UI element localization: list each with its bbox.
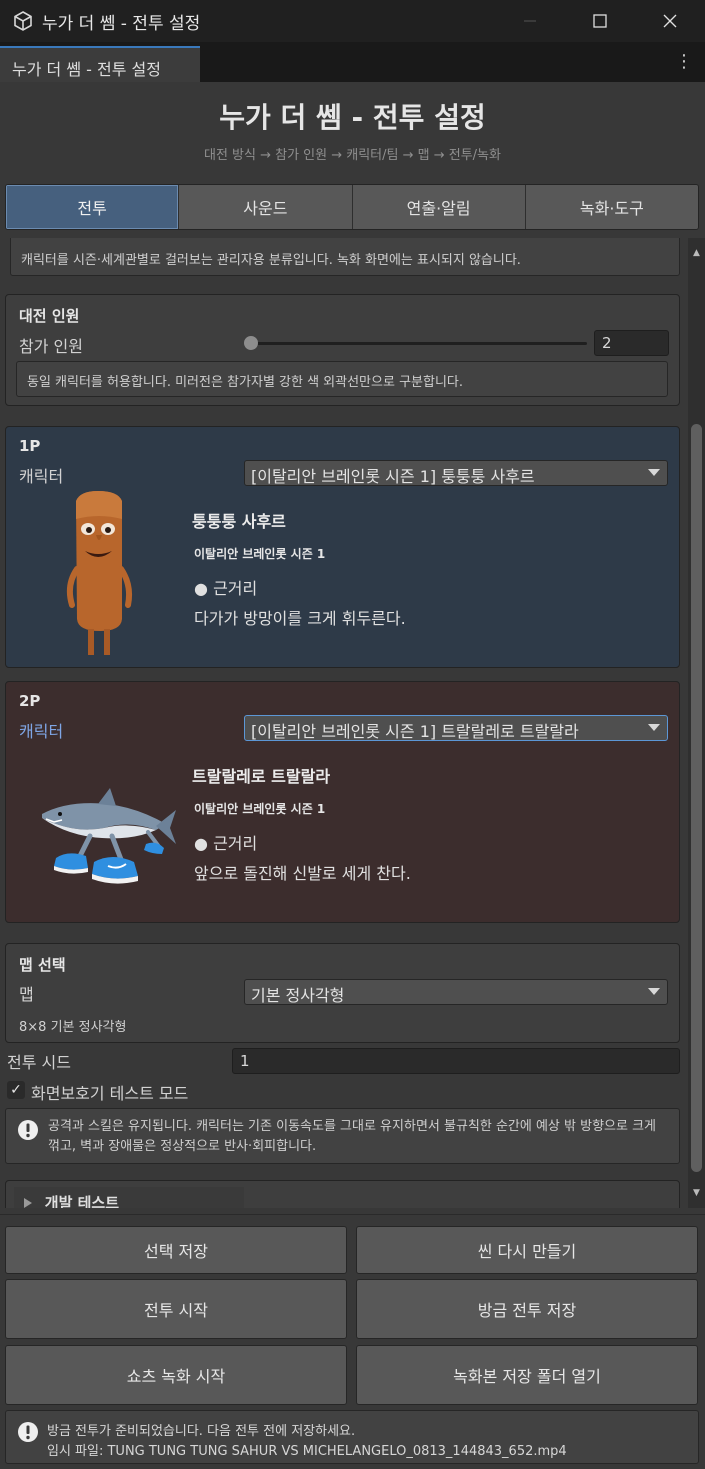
player1-character-range: ● 근거리 <box>194 575 257 599</box>
start-shorts-recording-button[interactable]: 쇼츠 녹화 시작 <box>5 1345 347 1405</box>
participants-info-box: 동일 캐릭터를 허용합니다. 미러전은 참가자별 강한 색 외곽선만으로 구분합… <box>16 361 668 397</box>
player2-panel: 2P 캐릭터 [이탈리안 브레인롯 시즌 1] 트랄랄레로 트랄랄라 트랄랄레로… <box>5 681 680 923</box>
player1-character-label: 캐릭터 <box>19 467 64 486</box>
player2-range-text: 근거리 <box>213 834 258 853</box>
page-title: 누가 더 쎔 - 전투 설정 <box>219 101 486 134</box>
screensaver-test-label[interactable]: 화면보호기 테스트 모드 <box>31 1080 188 1104</box>
category-info-text: 캐릭터를 시즌·세계관별로 걸러보는 관리자용 분류입니다. 녹화 화면에는 표… <box>21 253 521 268</box>
participants-info-text: 동일 캐릭터를 허용합니다. 미러전은 참가자별 강한 색 외곽선만으로 구분합… <box>27 375 464 390</box>
map-heading: 맵 선택 <box>19 956 66 974</box>
category-info-box: 캐릭터를 시즌·세계관별로 걸러보는 관리자용 분류입니다. 녹화 화면에는 표… <box>10 238 680 276</box>
status-info-box: 방금 전투가 준비되었습니다. 다음 전투 전에 저장하세요. 임시 파일: T… <box>5 1410 699 1464</box>
map-label: 맵 <box>19 985 34 1004</box>
tab-sound[interactable]: 사운드 <box>179 185 353 229</box>
tab-presentation[interactable]: 연출·알림 <box>352 185 526 229</box>
player1-character-series: 이탈리안 브레인롯 시즌 1 <box>194 547 326 561</box>
status-line-2: 임시 파일: TUNG TUNG TUNG SAHUR VS MICHELANG… <box>47 1444 567 1459</box>
tab-recording-tools[interactable]: 녹화·도구 <box>525 185 698 229</box>
vertical-scrollbar[interactable]: ▲ ▼ <box>688 238 705 1208</box>
range-bullet-icon: ● <box>194 579 208 598</box>
maximize-icon <box>593 14 607 28</box>
divider <box>0 1214 705 1215</box>
scroll-down-arrow-icon[interactable]: ▼ <box>691 1188 702 1200</box>
player1-character-dropdown[interactable]: [이탈리안 브레인롯 시즌 1] 퉁퉁퉁 사후르 <box>244 460 668 486</box>
tab-battle[interactable]: 전투 <box>6 185 180 229</box>
player1-panel: 1P 캐릭터 [이탈리안 브레인롯 시즌 1] 퉁퉁퉁 사후르 퉁퉁퉁 사후르 … <box>5 426 680 668</box>
foldout-arrow-icon <box>24 1198 32 1208</box>
chevron-down-icon <box>648 988 660 995</box>
info-icon <box>18 1422 38 1442</box>
player1-character-selected: [이탈리안 브레인롯 시즌 1] 퉁퉁퉁 사후르 <box>251 467 535 486</box>
info-icon <box>18 1120 38 1140</box>
player2-character-label: 캐릭터 <box>19 722 64 741</box>
player2-character-range: ● 근거리 <box>194 830 257 854</box>
participants-number-field[interactable]: 2 <box>594 330 669 356</box>
map-dropdown[interactable]: 기본 정사각형 <box>244 979 668 1005</box>
save-last-battle-button[interactable]: 방금 전투 저장 <box>356 1279 698 1339</box>
dev-test-foldout[interactable]: 개발 테스트 <box>14 1187 244 1208</box>
map-size-note: 8×8 기본 정사각형 <box>19 1020 127 1035</box>
player2-heading: 2P <box>19 692 41 710</box>
participants-slider-handle[interactable] <box>244 336 258 350</box>
minimize-icon <box>524 20 536 22</box>
rebuild-scene-button[interactable]: 씬 다시 만들기 <box>356 1226 698 1274</box>
player1-range-text: 근거리 <box>213 579 258 598</box>
scroll-up-arrow-icon[interactable]: ▲ <box>691 248 702 260</box>
battle-seed-label: 전투 시드 <box>7 1053 71 1072</box>
more-options-icon[interactable]: ⋮ <box>675 53 693 71</box>
player2-character-selected: [이탈리안 브레인롯 시즌 1] 트랄랄레로 트랄랄라 <box>251 722 579 741</box>
status-line-1: 방금 전투가 준비되었습니다. 다음 전투 전에 저장하세요. <box>47 1424 356 1439</box>
window-title: 누가 더 쎔 - 전투 설정 <box>42 13 201 34</box>
save-selection-button[interactable]: 선택 저장 <box>5 1226 347 1274</box>
screensaver-info-box: 공격과 스킬은 유지됩니다. 캐릭터는 기존 이동속도를 그대로 유지하면서 불… <box>5 1108 680 1164</box>
editor-tab-strip: 누가 더 쎔 - 전투 설정 ⋮ <box>0 42 705 82</box>
dev-test-label: 개발 테스트 <box>44 1194 120 1208</box>
participants-slider-track[interactable] <box>249 342 587 345</box>
participants-panel: 대전 인원 참가 인원 2 동일 캐릭터를 허용합니다. 미러전은 참가자별 강… <box>5 294 680 406</box>
map-panel: 맵 선택 맵 기본 정사각형 8×8 기본 정사각형 <box>5 943 680 1043</box>
map-selected: 기본 정사각형 <box>251 986 345 1005</box>
dev-test-panel: 개발 테스트 <box>5 1180 680 1208</box>
close-icon <box>663 14 677 28</box>
player2-character-description: 앞으로 돌진해 신발로 세게 찬다. <box>194 864 411 883</box>
screensaver-test-checkbox[interactable]: ✓ <box>7 1081 25 1099</box>
close-button[interactable] <box>635 0 705 42</box>
range-bullet-icon: ● <box>194 834 208 853</box>
scrollbar-thumb[interactable] <box>691 424 702 1172</box>
player1-character-name: 퉁퉁퉁 사후르 <box>192 512 286 531</box>
category-tab-bar: 전투 사운드 연출·알림 녹화·도구 <box>5 184 699 230</box>
setup-steps-breadcrumb: 대전 방식 → 참가 인원 → 캐릭터/팀 → 맵 → 전투/녹화 <box>204 148 501 163</box>
window-titlebar: 누가 더 쎔 - 전투 설정 <box>0 0 705 42</box>
minimize-button[interactable] <box>495 0 565 42</box>
player2-character-name: 트랄랄레로 트랄랄라 <box>192 767 331 786</box>
participants-label: 참가 인원 <box>19 337 83 356</box>
chevron-down-icon <box>648 469 660 476</box>
settings-scroll-view[interactable]: 캐릭터를 시즌·세계관별로 걸러보는 관리자용 분류입니다. 녹화 화면에는 표… <box>0 238 688 1208</box>
chevron-down-icon <box>648 724 660 731</box>
participants-heading: 대전 인원 <box>19 307 80 325</box>
unity-app-icon <box>14 11 32 31</box>
player2-character-dropdown[interactable]: [이탈리안 브레인롯 시즌 1] 트랄랄레로 트랄랄라 <box>244 715 668 741</box>
screensaver-info-text: 공격과 스킬은 유지됩니다. 캐릭터는 기존 이동속도를 그대로 유지하면서 불… <box>48 1119 657 1154</box>
player1-character-portrait <box>66 491 133 655</box>
start-battle-button[interactable]: 전투 시작 <box>5 1279 347 1339</box>
player2-character-portrait <box>42 788 176 884</box>
player1-character-description: 다가가 방망이를 크게 휘두른다. <box>194 609 406 628</box>
player1-heading: 1P <box>19 437 41 455</box>
battle-seed-field[interactable]: 1 <box>232 1048 680 1074</box>
editor-window-tab[interactable]: 누가 더 쎔 - 전투 설정 <box>0 46 200 82</box>
player2-character-series: 이탈리안 브레인롯 시즌 1 <box>194 802 326 816</box>
open-recording-folder-button[interactable]: 녹화본 저장 폴더 열기 <box>356 1345 698 1405</box>
maximize-button[interactable] <box>565 0 635 42</box>
